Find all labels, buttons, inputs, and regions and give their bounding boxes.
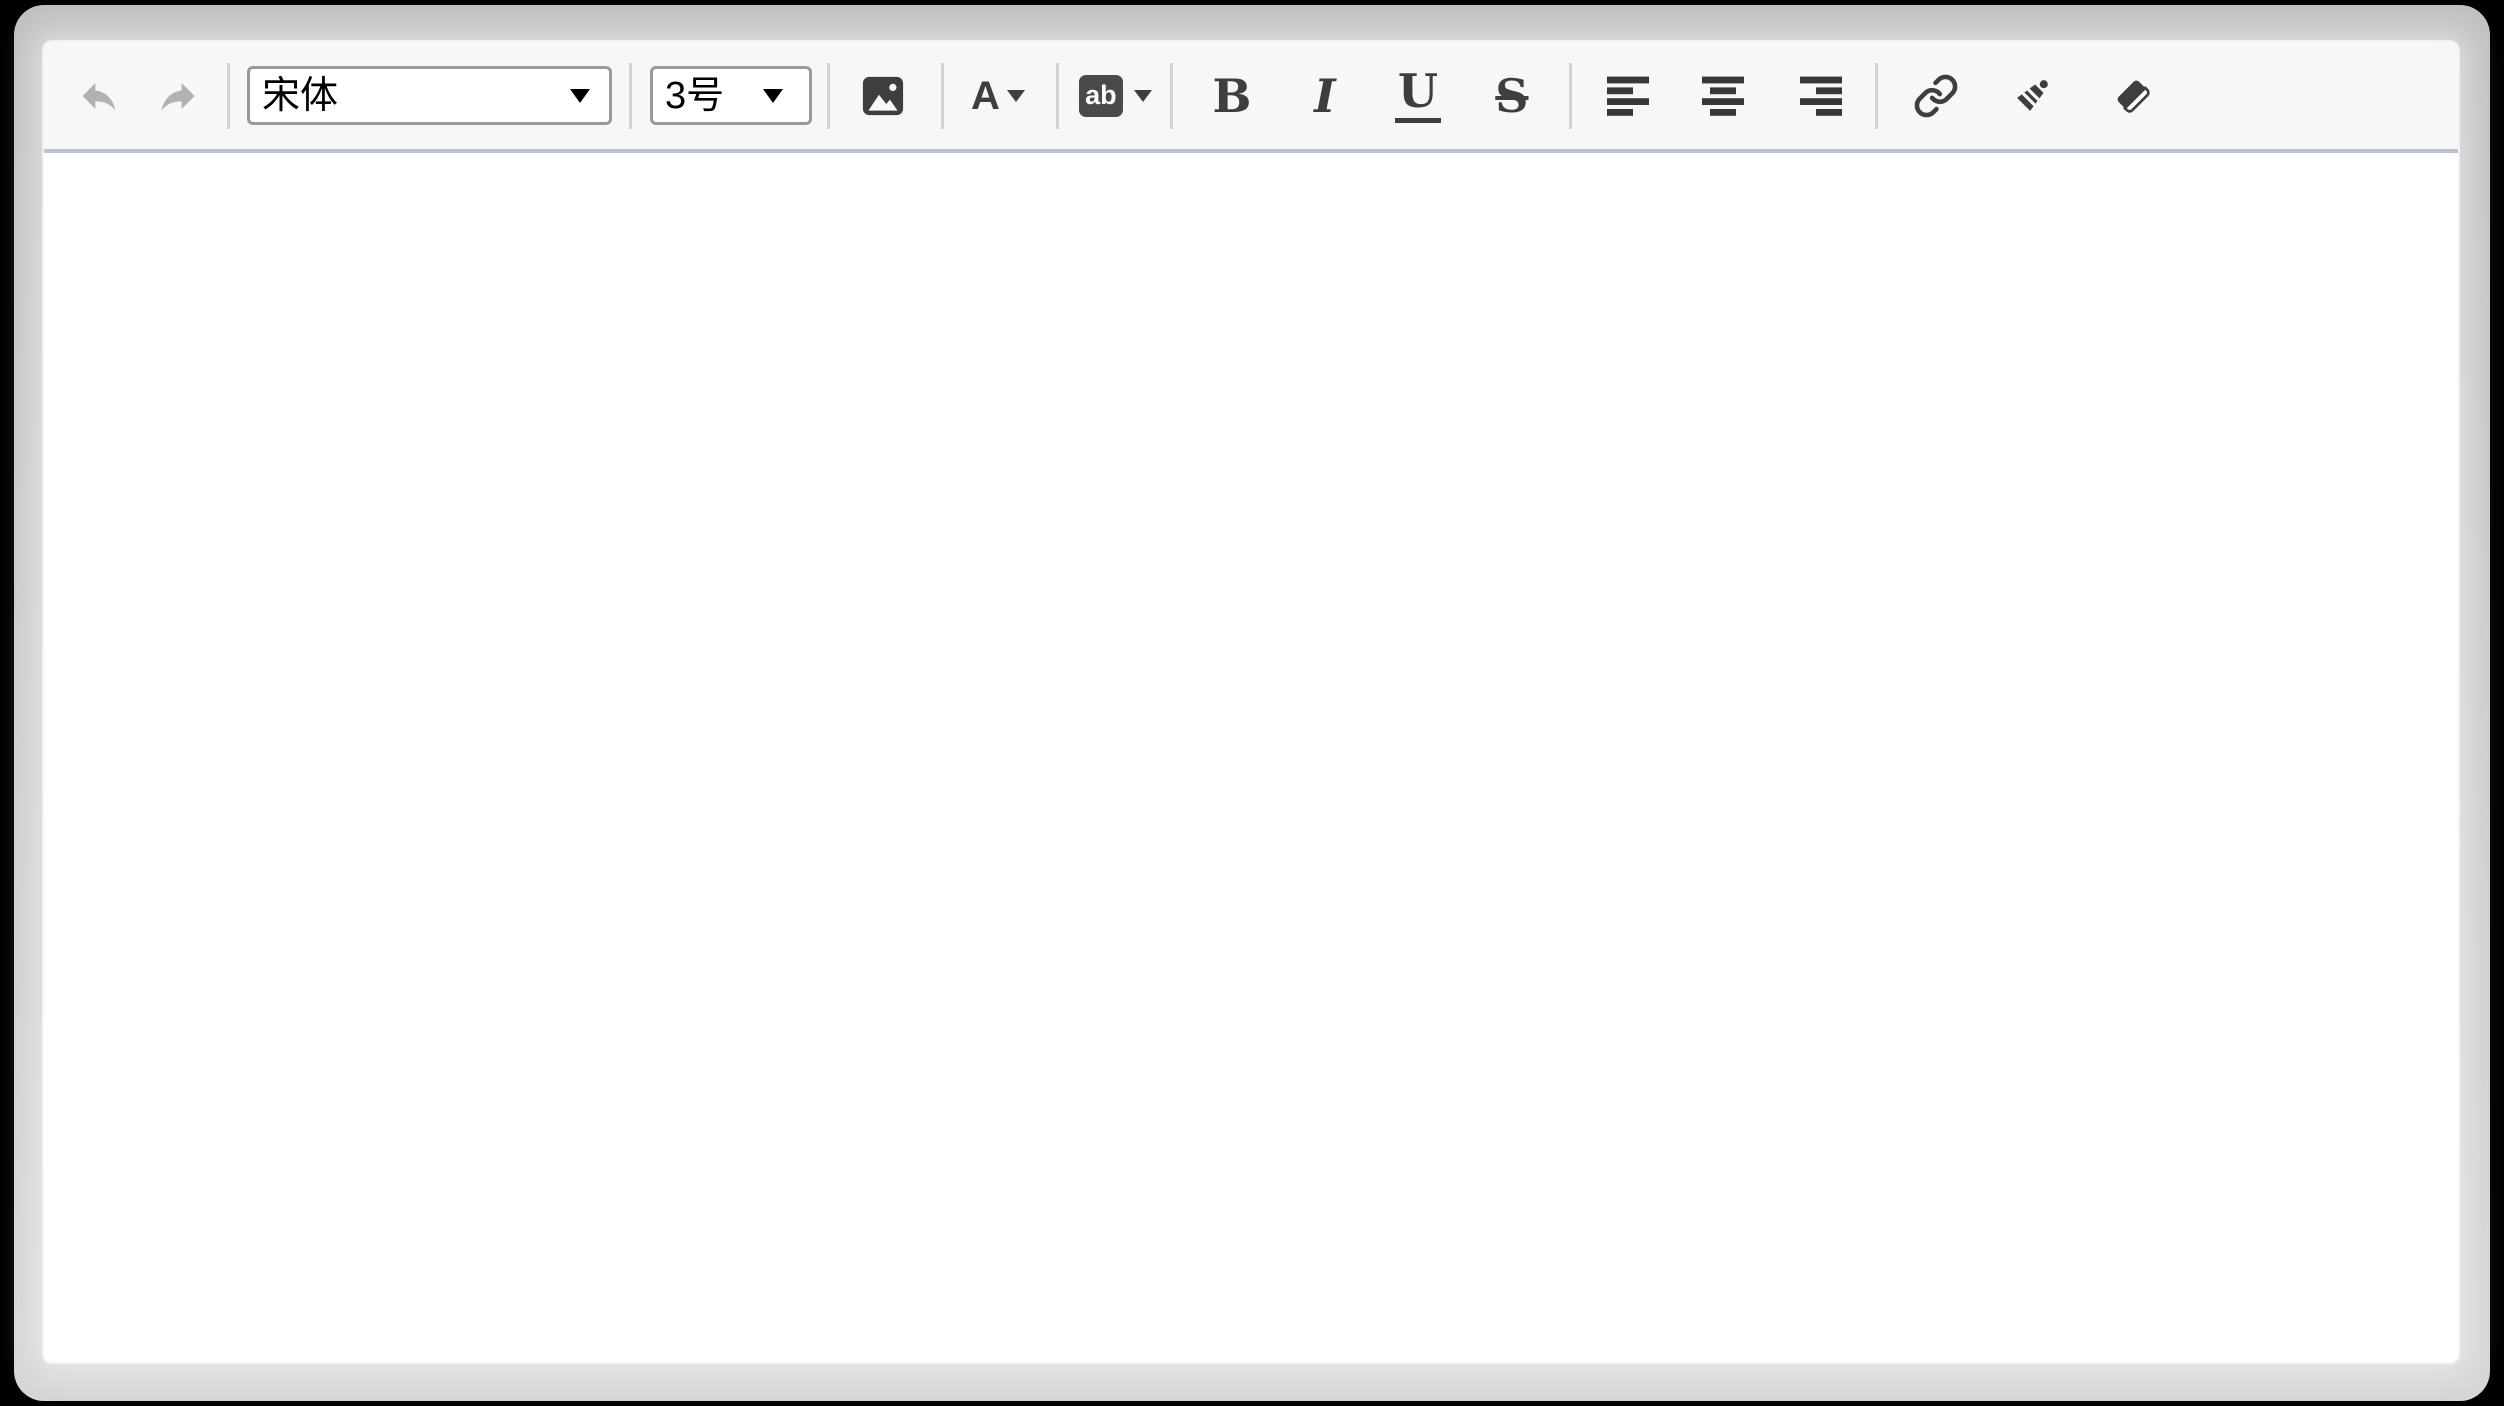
toolbar: 宋体 3号 A: [44, 42, 2458, 153]
caret-down-icon: [763, 89, 783, 103]
undo-button[interactable]: [77, 74, 121, 118]
toolbar-separator: [227, 63, 230, 129]
link-icon: [1913, 73, 1959, 119]
font-size-value: 3号: [653, 77, 724, 115]
redo-icon: [156, 74, 200, 118]
caret-down-icon: [1134, 90, 1152, 102]
caret-down-icon: [570, 89, 590, 103]
eraser-icon: [2110, 73, 2156, 119]
highlight-chip: ab: [1079, 75, 1123, 117]
font-family-value: 宋体: [250, 77, 338, 115]
undo-icon: [77, 74, 121, 118]
font-color-button[interactable]: A: [971, 76, 1025, 116]
italic-label: I: [1314, 73, 1336, 119]
highlight-label: ab: [1085, 82, 1117, 109]
strikethrough-button[interactable]: S: [1480, 64, 1544, 128]
image-icon: [861, 75, 905, 117]
toolbar-separator: [629, 63, 632, 129]
align-right-button[interactable]: [1800, 74, 1844, 118]
align-center-button[interactable]: [1702, 74, 1746, 118]
redo-button[interactable]: [156, 74, 200, 118]
toolbar-separator: [1875, 63, 1878, 129]
underline-label: U: [1395, 68, 1441, 123]
insert-image-button[interactable]: [861, 74, 905, 118]
font-family-select[interactable]: 宋体: [247, 66, 612, 125]
highlight-color-button[interactable]: ab: [1079, 75, 1152, 117]
font-color-label: A: [971, 76, 1000, 116]
strikethrough-label: S: [1495, 73, 1528, 119]
toolbar-separator: [1056, 63, 1059, 129]
editor-content-area[interactable]: [44, 157, 2458, 1362]
format-brush-button[interactable]: [2008, 72, 2056, 120]
align-right-icon: [1800, 76, 1844, 116]
clear-format-button[interactable]: [2109, 72, 2157, 120]
align-center-icon: [1702, 76, 1746, 116]
toolbar-separator: [941, 63, 944, 129]
editor-window: 宋体 3号 A: [14, 5, 2490, 1401]
font-size-select[interactable]: 3号: [650, 66, 812, 125]
editor-panel: 宋体 3号 A: [44, 42, 2458, 1362]
align-left-button[interactable]: [1607, 74, 1651, 118]
paint-brush-icon: [2009, 73, 2055, 119]
toolbar-separator: [827, 63, 830, 129]
caret-down-icon: [1007, 90, 1025, 102]
align-left-icon: [1607, 76, 1651, 116]
italic-button[interactable]: I: [1293, 64, 1357, 128]
underline-button[interactable]: U: [1386, 64, 1450, 128]
toolbar-separator: [1569, 63, 1572, 129]
insert-link-button[interactable]: [1912, 72, 1960, 120]
toolbar-separator: [1170, 63, 1173, 129]
bold-button[interactable]: B: [1200, 64, 1264, 128]
bold-label: B: [1212, 73, 1251, 119]
